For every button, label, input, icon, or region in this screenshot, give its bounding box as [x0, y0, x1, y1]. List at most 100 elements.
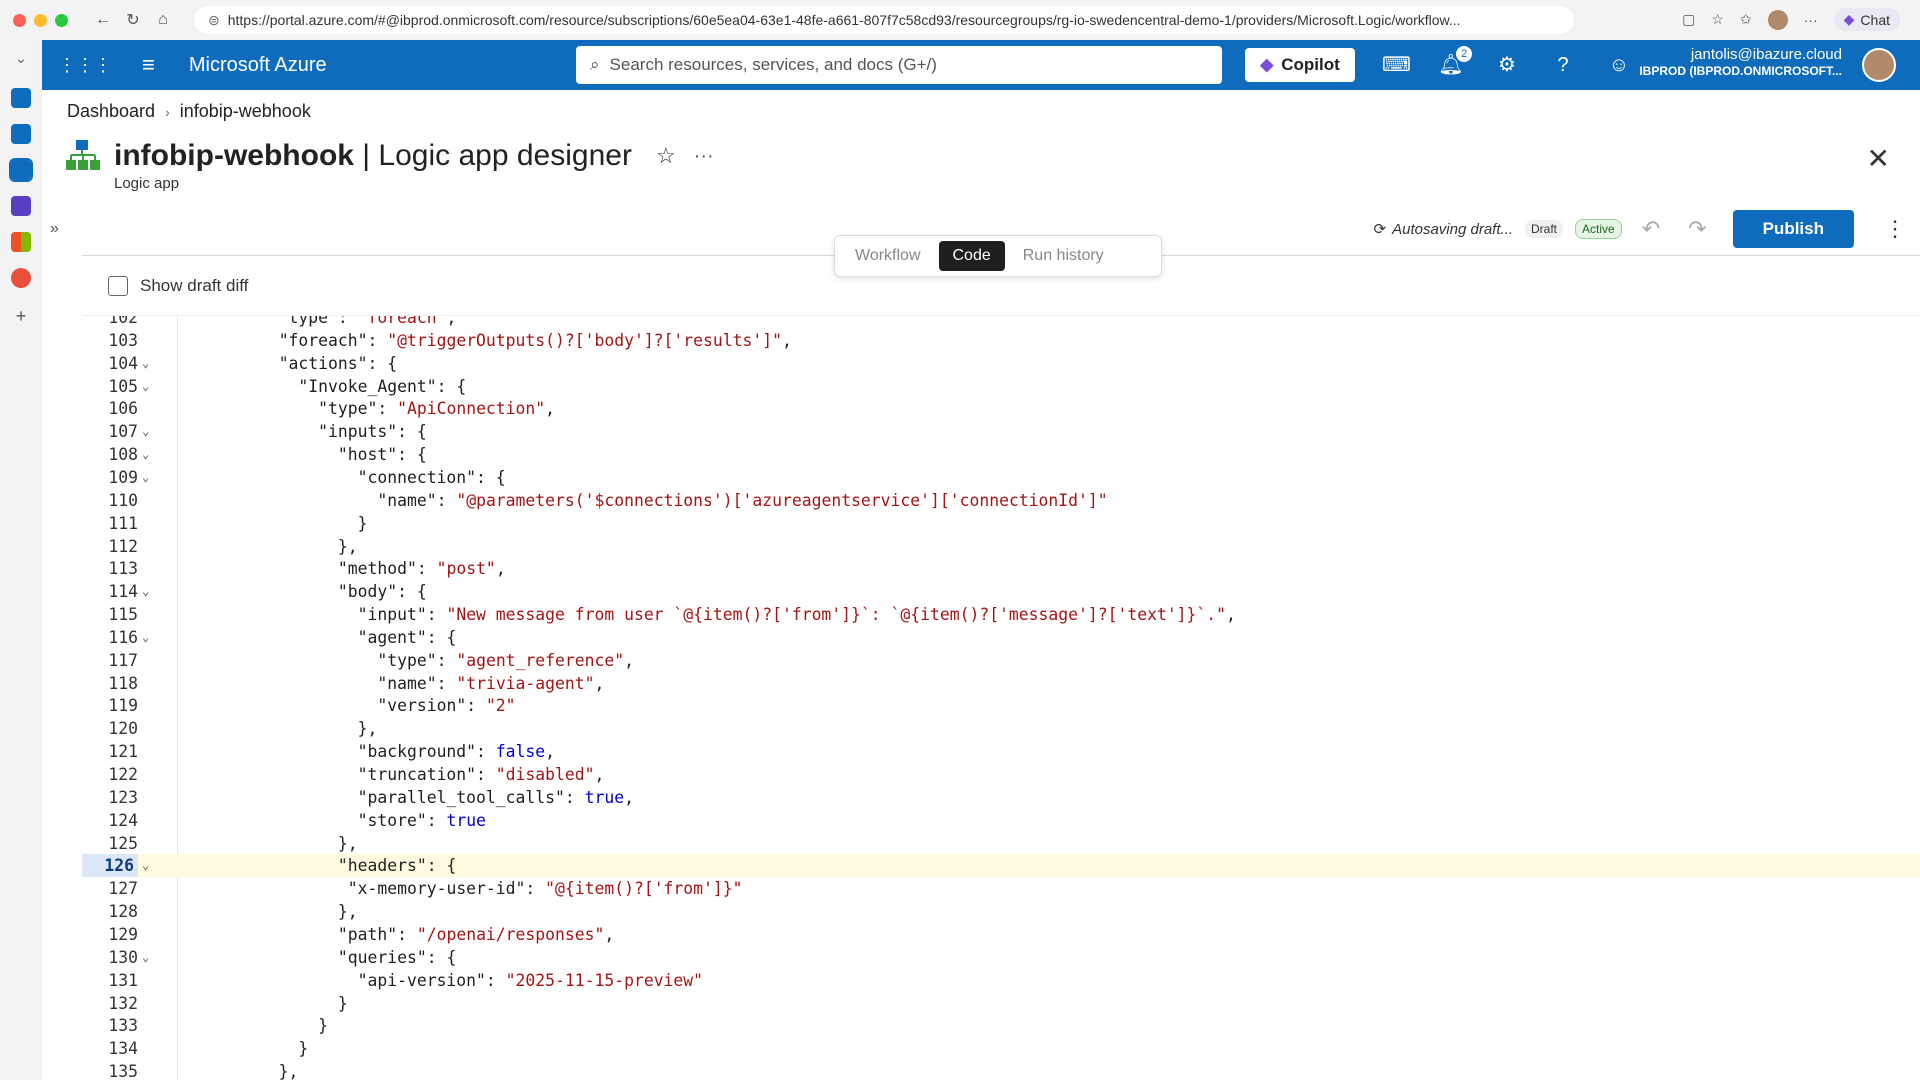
- azure-app-icon[interactable]: [11, 88, 31, 108]
- favorites-icon[interactable]: ☆: [1711, 11, 1724, 28]
- azure-brand[interactable]: Microsoft Azure: [189, 54, 327, 77]
- code-line[interactable]: 129 "path": "/openai/responses",: [82, 923, 1920, 946]
- code-line[interactable]: 102 "type": "foreach",: [82, 316, 1920, 329]
- app-icon-red[interactable]: [11, 268, 31, 288]
- fold-chevron-icon[interactable]: ⌄: [142, 375, 149, 398]
- chat-label: Chat: [1860, 11, 1890, 28]
- code-line[interactable]: 119 "version": "2": [82, 694, 1920, 717]
- code-line[interactable]: 130 ⌄ "queries": {: [82, 946, 1920, 969]
- fold-chevron-icon[interactable]: ⌄: [142, 946, 149, 969]
- code-editor[interactable]: 102 "type": "foreach", 103 "foreach": "@t…: [82, 315, 1920, 1080]
- close-blade-icon[interactable]: ✕: [1867, 142, 1890, 175]
- code-line[interactable]: 120 },: [82, 717, 1920, 740]
- code-line[interactable]: 128 },: [82, 900, 1920, 923]
- code-line[interactable]: 106 "type": "ApiConnection",: [82, 397, 1920, 420]
- close-window-button[interactable]: [13, 13, 26, 27]
- show-draft-diff-toggle[interactable]: Show draft diff: [108, 276, 248, 296]
- hamburger-menu-icon[interactable]: ≡: [142, 52, 155, 78]
- back-icon[interactable]: ←: [88, 11, 118, 29]
- code-line[interactable]: 135 },: [82, 1060, 1920, 1080]
- line-number: 107: [108, 422, 138, 442]
- site-info-icon[interactable]: ⊜: [208, 12, 220, 29]
- breadcrumb-dashboard[interactable]: Dashboard: [67, 101, 155, 122]
- code-line[interactable]: 115 "input": "New message from user `@{i…: [82, 603, 1920, 626]
- extensions-icon[interactable]: ▢: [1682, 11, 1695, 28]
- fold-chevron-icon[interactable]: ⌄: [142, 466, 149, 489]
- code-line[interactable]: 126 ⌄ "headers": {: [82, 854, 1920, 878]
- code-line[interactable]: 103 "foreach": "@triggerOutputs()?['body…: [82, 329, 1920, 352]
- fold-chevron-icon[interactable]: ⌄: [142, 626, 149, 649]
- azure-app-icon-2[interactable]: [11, 124, 31, 144]
- code-line[interactable]: 117 "type": "agent_reference",: [82, 649, 1920, 672]
- code-line[interactable]: 108 ⌄ "host": {: [82, 443, 1920, 466]
- settings-gear-icon[interactable]: ⚙: [1494, 52, 1520, 78]
- fold-chevron-icon[interactable]: ⌄: [142, 420, 149, 443]
- undo-icon[interactable]: ↶: [1642, 216, 1660, 242]
- copilot-button[interactable]: ◆ Copilot: [1245, 48, 1355, 82]
- home-icon[interactable]: ⌂: [148, 11, 178, 29]
- code-line[interactable]: 124 "store": true: [82, 809, 1920, 832]
- more-options-icon[interactable]: ···: [694, 145, 714, 168]
- tab-workflow[interactable]: Workflow: [841, 241, 935, 271]
- address-bar[interactable]: ⊜ https://portal.azure.com/#@ibprod.onmi…: [194, 6, 1574, 34]
- account-info[interactable]: jantolis@ibazure.cloud IBPROD (IBPROD.ON…: [1639, 46, 1842, 80]
- code-line[interactable]: 118 "name": "trivia-agent",: [82, 672, 1920, 695]
- cloud-shell-icon[interactable]: ⌨: [1382, 52, 1411, 78]
- more-actions-icon[interactable]: ⋮: [1884, 216, 1906, 242]
- account-email: jantolis@ibazure.cloud: [1690, 46, 1842, 63]
- fold-chevron-icon[interactable]: ⌄: [142, 352, 149, 375]
- code-line[interactable]: 111 }: [82, 512, 1920, 535]
- expand-panel-icon[interactable]: »: [50, 220, 59, 238]
- code-line[interactable]: 109 ⌄ "connection": {: [82, 466, 1920, 489]
- code-line[interactable]: 121 "background": false,: [82, 740, 1920, 763]
- code-line[interactable]: 110 "name": "@parameters('$connections')…: [82, 489, 1920, 512]
- add-icon[interactable]: +: [11, 306, 31, 326]
- code-line[interactable]: 132 }: [82, 992, 1920, 1015]
- profile-icon[interactable]: [1767, 9, 1788, 30]
- line-number: 122: [108, 765, 138, 784]
- avatar[interactable]: [1862, 48, 1896, 82]
- code-line[interactable]: 122 "truncation": "disabled",: [82, 763, 1920, 786]
- code-line[interactable]: 131 "api-version": "2025-11-15-preview": [82, 969, 1920, 992]
- tab-run-history[interactable]: Run history: [1009, 241, 1118, 271]
- search-placeholder: Search resources, services, and docs (G+…: [609, 55, 937, 74]
- draft-diff-checkbox[interactable]: [108, 276, 128, 296]
- code-line[interactable]: 123 "parallel_tool_calls": true,: [82, 786, 1920, 809]
- code-line[interactable]: 105 ⌄ "Invoke_Agent": {: [82, 375, 1920, 398]
- fold-chevron-icon[interactable]: ⌄: [142, 443, 149, 466]
- minimize-window-button[interactable]: [34, 13, 47, 27]
- app-icon-purple[interactable]: [11, 196, 31, 216]
- fold-chevron-icon[interactable]: ⌄: [142, 854, 149, 877]
- code-line[interactable]: 125 },: [82, 832, 1920, 855]
- microsoft-app-icon[interactable]: [11, 232, 31, 252]
- window-controls: [13, 13, 68, 27]
- code-line[interactable]: 112 },: [82, 535, 1920, 558]
- line-number: 124: [108, 810, 138, 830]
- azure-app-icon-active[interactable]: [9, 158, 33, 182]
- chevron-down-icon[interactable]: ⌄: [11, 50, 31, 70]
- favorite-star-icon[interactable]: ☆: [656, 143, 676, 169]
- code-line[interactable]: 127 "x-memory-user-id": "@{item()?['from…: [82, 877, 1920, 900]
- code-line[interactable]: 133 }: [82, 1014, 1920, 1037]
- feedback-icon[interactable]: ☺: [1606, 52, 1632, 78]
- apps-grid-icon[interactable]: ⋮⋮⋮: [58, 55, 112, 76]
- publish-button[interactable]: Publish: [1732, 210, 1854, 248]
- more-icon[interactable]: ···: [1804, 12, 1818, 28]
- fold-chevron-icon[interactable]: ⌄: [142, 580, 149, 603]
- collections-icon[interactable]: ✩: [1740, 11, 1752, 28]
- code-line[interactable]: 114 ⌄ "body": {: [82, 580, 1920, 603]
- maximize-window-button[interactable]: [55, 13, 68, 27]
- reload-icon[interactable]: ↻: [118, 10, 148, 30]
- breadcrumb-current[interactable]: infobip-webhook: [180, 101, 311, 122]
- code-line[interactable]: 107 ⌄ "inputs": {: [82, 420, 1920, 443]
- tab-code[interactable]: Code: [938, 241, 1005, 271]
- chat-button[interactable]: ◆ Chat: [1833, 8, 1900, 31]
- help-icon[interactable]: ?: [1550, 52, 1576, 78]
- notifications-icon[interactable]: 🔔︎ 2: [1438, 46, 1472, 78]
- code-line[interactable]: 116 ⌄ "agent": {: [82, 626, 1920, 649]
- code-line[interactable]: 104 ⌄ "actions": {: [82, 352, 1920, 375]
- global-search-input[interactable]: ⌕ Search resources, services, and docs (…: [576, 46, 1222, 84]
- redo-icon[interactable]: ↷: [1688, 216, 1706, 242]
- code-line[interactable]: 134 }: [82, 1037, 1920, 1060]
- code-line[interactable]: 113 "method": "post",: [82, 557, 1920, 580]
